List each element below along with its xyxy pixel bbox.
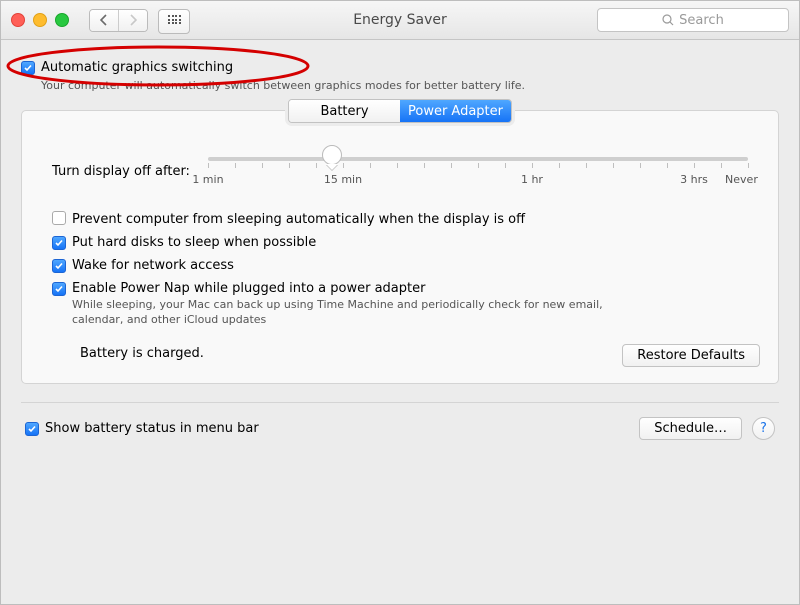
option-list: Prevent computer from sleeping automatic… [52,211,748,328]
help-icon: ? [760,421,767,436]
tab-power-adapter[interactable]: Power Adapter [400,100,511,122]
footer: Show battery status in menu bar Schedule… [21,402,779,440]
close-window-button[interactable] [11,13,25,27]
automatic-graphics-switching-description: Your computer will automatically switch … [41,79,779,92]
slider-tick-labels: 1 min 15 min 1 hr 3 hrs Never [208,173,748,189]
display-off-slider[interactable]: 1 min 15 min 1 hr 3 hrs Never [208,153,748,189]
content-area: Automatic graphics switching Your comput… [1,40,799,460]
search-placeholder: Search [679,13,724,28]
checkbox-icon [21,61,35,75]
restore-defaults-button[interactable]: Restore Defaults [622,344,760,367]
checkbox-icon [52,236,66,250]
chevron-left-icon [100,14,108,26]
search-icon [662,14,674,26]
power-nap-description: While sleeping, your Mac can back up usi… [72,298,632,328]
show-battery-status-checkbox[interactable]: Show battery status in menu bar [25,421,259,436]
checkbox-icon [52,259,66,273]
search-field[interactable]: Search [597,8,789,32]
settings-panel: Battery Power Adapter Turn display off a… [21,110,779,384]
power-nap-row: Enable Power Nap while plugged into a po… [52,281,748,328]
forward-button[interactable] [119,10,147,31]
checkbox-icon [25,422,39,436]
hard-disks-sleep-checkbox[interactable]: Put hard disks to sleep when possible [52,235,748,250]
display-off-slider-row: Turn display off after: 1 min [52,153,748,189]
titlebar: Energy Saver Search [1,1,799,40]
energy-saver-window: Energy Saver Search Automatic graphics s… [0,0,800,605]
checkbox-icon [52,282,66,296]
checkbox-icon [52,211,66,225]
schedule-button[interactable]: Schedule… [639,417,742,440]
automatic-graphics-switching-checkbox[interactable]: Automatic graphics switching [21,60,233,75]
window-controls [11,13,69,27]
help-button[interactable]: ? [752,417,775,440]
back-button[interactable] [90,10,119,31]
toolbar-nav [89,9,190,32]
zoom-window-button[interactable] [55,13,69,27]
tab-bar: Battery Power Adapter [288,99,512,123]
show-all-button[interactable] [158,9,190,34]
display-off-label: Turn display off after: [52,164,190,179]
panel-inner: Turn display off after: 1 min [22,123,778,328]
prevent-sleep-checkbox[interactable]: Prevent computer from sleeping automatic… [52,211,748,227]
slider-tick-marks [208,163,748,169]
minimize-window-button[interactable] [33,13,47,27]
battery-status-text: Battery is charged. [80,346,204,361]
chevron-right-icon [129,14,137,26]
automatic-graphics-switching-row: Automatic graphics switching Your comput… [21,60,779,92]
nav-segmented [89,9,148,32]
wake-network-checkbox[interactable]: Wake for network access [52,258,748,273]
grid-icon [168,15,180,27]
tab-battery[interactable]: Battery [289,100,400,122]
automatic-graphics-switching-label: Automatic graphics switching [41,60,233,75]
slider-thumb-icon [322,145,342,165]
power-nap-checkbox[interactable]: Enable Power Nap while plugged into a po… [52,281,425,296]
